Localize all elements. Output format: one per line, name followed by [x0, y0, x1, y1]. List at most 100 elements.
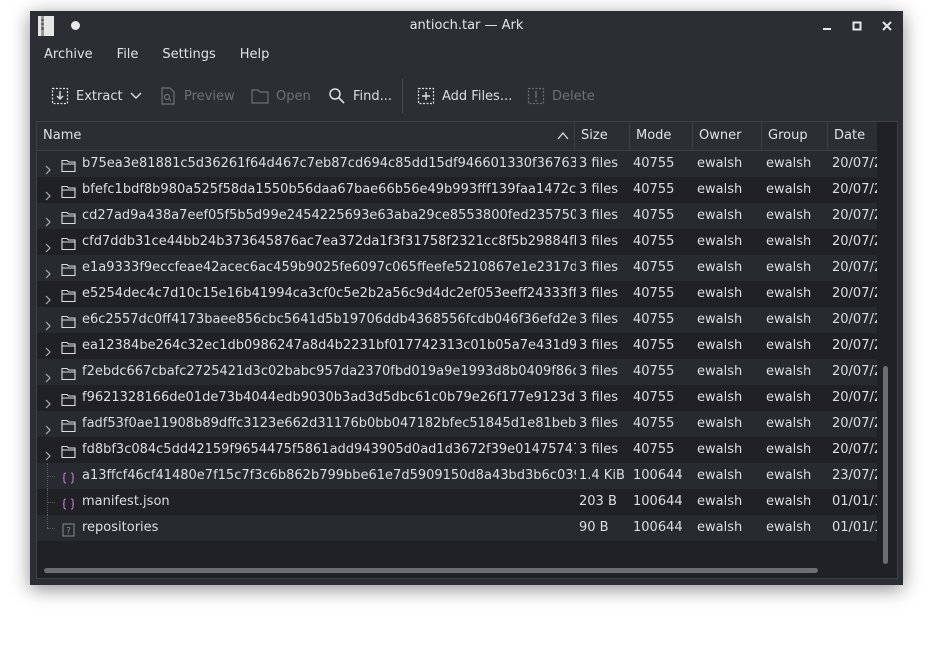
find-button[interactable]: Find...	[327, 81, 392, 111]
minimize-button[interactable]	[817, 16, 837, 36]
chevron-right-icon[interactable]	[43, 341, 53, 357]
folder-icon	[61, 209, 76, 225]
file-owner: ewalsh	[697, 364, 743, 379]
folder-row[interactable]: fadf53f0ae11908b89dffc3123e662d31176b0bb…	[37, 411, 877, 437]
file-owner: ewalsh	[697, 312, 743, 327]
chevron-right-icon[interactable]	[43, 263, 53, 279]
folder-row[interactable]: ea12384be264c32ec1db0986247a8d4b2231bf01…	[37, 333, 877, 359]
vertical-scrollbar[interactable]	[883, 366, 888, 564]
column-mode[interactable]: Mode	[630, 122, 693, 150]
chevron-right-icon[interactable]	[43, 237, 53, 253]
column-date-label: Date	[834, 128, 866, 143]
file-owner: ewalsh	[697, 390, 743, 405]
file-date: 20/07/2	[832, 208, 877, 223]
column-group-label: Group	[768, 128, 808, 143]
file-size: 3 files	[579, 260, 618, 275]
tree-branch-connector	[47, 476, 55, 478]
folder-row[interactable]: e5254dec4c7d10c15e16b41994ca3cf0c5e2b2a5…	[37, 281, 877, 307]
chevron-right-icon[interactable]	[43, 289, 53, 305]
file-group: ewalsh	[766, 364, 812, 379]
menu-file[interactable]: File	[103, 43, 149, 71]
file-name: cfd7ddb31ce44bb24b373645876ac7ea372da1f3…	[82, 234, 576, 249]
file-name: f9621328166de01de73b4044edb9030b3ad3d5db…	[82, 390, 576, 405]
file-row[interactable]: manifest.json 203 B 100644 ewalsh ewalsh 01/0…	[37, 489, 877, 515]
file-size: 3 files	[579, 312, 618, 327]
menu-help[interactable]: Help	[226, 43, 280, 71]
file-row[interactable]: a13ffcf46cf41480e7f15c7f3c6b862b799bbe61…	[37, 463, 877, 489]
close-button[interactable]	[877, 16, 897, 36]
add-files-button[interactable]: Add Files...	[416, 81, 512, 111]
file-size: 3 files	[579, 442, 618, 457]
folder-row[interactable]: f9621328166de01de73b4044edb9030b3ad3d5db…	[37, 385, 877, 411]
file-group: ewalsh	[766, 416, 812, 431]
column-owner-label: Owner	[699, 128, 742, 143]
folder-row[interactable]: b75ea3e81881c5d36261f64d467c7eb87cd694c8…	[37, 151, 877, 177]
preview-icon	[158, 86, 178, 106]
ark-window: antioch.tar — Ark Archive File Settings …	[30, 11, 903, 585]
chevron-right-icon[interactable]	[43, 159, 53, 175]
extract-icon	[50, 86, 70, 106]
folder-row[interactable]: cfd7ddb31ce44bb24b373645876ac7ea372da1f3…	[37, 229, 877, 255]
file-date: 20/07/2	[832, 286, 877, 301]
file-group: ewalsh	[766, 208, 812, 223]
open-button[interactable]: Open	[250, 81, 311, 111]
folder-icon	[61, 313, 76, 329]
file-group: ewalsh	[766, 286, 812, 301]
folder-icon	[61, 339, 76, 355]
file-row[interactable]: ? repositories 90 B 100644 ewalsh ewalsh 01/01…	[37, 515, 877, 541]
file-mode: 40755	[633, 312, 675, 327]
column-name[interactable]: Name	[37, 122, 575, 150]
folder-icon	[61, 417, 76, 433]
column-size-label: Size	[581, 128, 608, 143]
find-label: Find...	[353, 88, 393, 104]
archive-file-list[interactable]: Name Size Mode Owner Group Date b75ea3e8…	[36, 121, 898, 579]
add-files-icon	[416, 86, 436, 106]
folder-row[interactable]: e6c2557dc0ff4173baee856cbc5641d5b19706dd…	[37, 307, 877, 333]
folder-icon	[61, 365, 76, 381]
file-group: ewalsh	[766, 312, 812, 327]
folder-row[interactable]: cd27ad9a438a7eef05f5b5d99e2454225693e63a…	[37, 203, 877, 229]
chevron-right-icon[interactable]	[43, 445, 53, 461]
column-owner[interactable]: Owner	[693, 122, 762, 150]
extract-button[interactable]: Extract	[50, 81, 123, 111]
chevron-right-icon[interactable]	[43, 211, 53, 227]
column-size[interactable]: Size	[575, 122, 630, 150]
file-name: manifest.json	[82, 494, 170, 509]
horizontal-scrollbar[interactable]	[44, 568, 818, 573]
folder-row[interactable]: f2ebdc667cbafc2725421d3c02babc957da2370f…	[37, 359, 877, 385]
folder-row[interactable]: fd8bf3c084c5dd42159f9654475f5861add94390…	[37, 437, 877, 463]
folder-icon	[61, 261, 76, 277]
file-size: 3 files	[579, 390, 618, 405]
file-mode: 40755	[633, 156, 675, 171]
preview-button[interactable]: Preview	[158, 81, 235, 111]
extract-dropdown-button[interactable]	[130, 81, 142, 111]
column-date[interactable]: Date	[828, 122, 877, 150]
file-owner: ewalsh	[697, 156, 743, 171]
chevron-right-icon[interactable]	[43, 185, 53, 201]
file-size: 3 files	[579, 364, 618, 379]
file-owner: ewalsh	[697, 520, 743, 535]
file-date: 20/07/2	[832, 416, 877, 431]
file-mode: 40755	[633, 390, 675, 405]
menu-settings[interactable]: Settings	[148, 43, 225, 71]
chevron-right-icon[interactable]	[43, 419, 53, 435]
file-owner: ewalsh	[697, 416, 743, 431]
menu-archive[interactable]: Archive	[30, 43, 103, 71]
column-group[interactable]: Group	[762, 122, 828, 150]
maximize-button[interactable]	[847, 16, 867, 36]
folder-icon	[61, 391, 76, 407]
folder-row[interactable]: bfefc1bdf8b980a525f58da1550b56daa67bae66…	[37, 177, 877, 203]
column-header: Name Size Mode Owner Group Date	[37, 122, 877, 151]
file-name: fadf53f0ae11908b89dffc3123e662d31176b0bb…	[82, 416, 576, 431]
delete-button[interactable]: Delete	[526, 81, 595, 111]
json-file-icon	[61, 495, 76, 510]
file-mode: 40755	[633, 260, 675, 275]
file-name: bfefc1bdf8b980a525f58da1550b56daa67bae66…	[82, 182, 576, 197]
file-group: ewalsh	[766, 468, 812, 483]
chevron-right-icon[interactable]	[43, 393, 53, 409]
folder-row[interactable]: e1a9333f9eccfeae42acec6ac459b9025fe6097c…	[37, 255, 877, 281]
chevron-right-icon[interactable]	[43, 315, 53, 331]
file-mode: 40755	[633, 442, 675, 457]
file-owner: ewalsh	[697, 442, 743, 457]
chevron-right-icon[interactable]	[43, 367, 53, 383]
